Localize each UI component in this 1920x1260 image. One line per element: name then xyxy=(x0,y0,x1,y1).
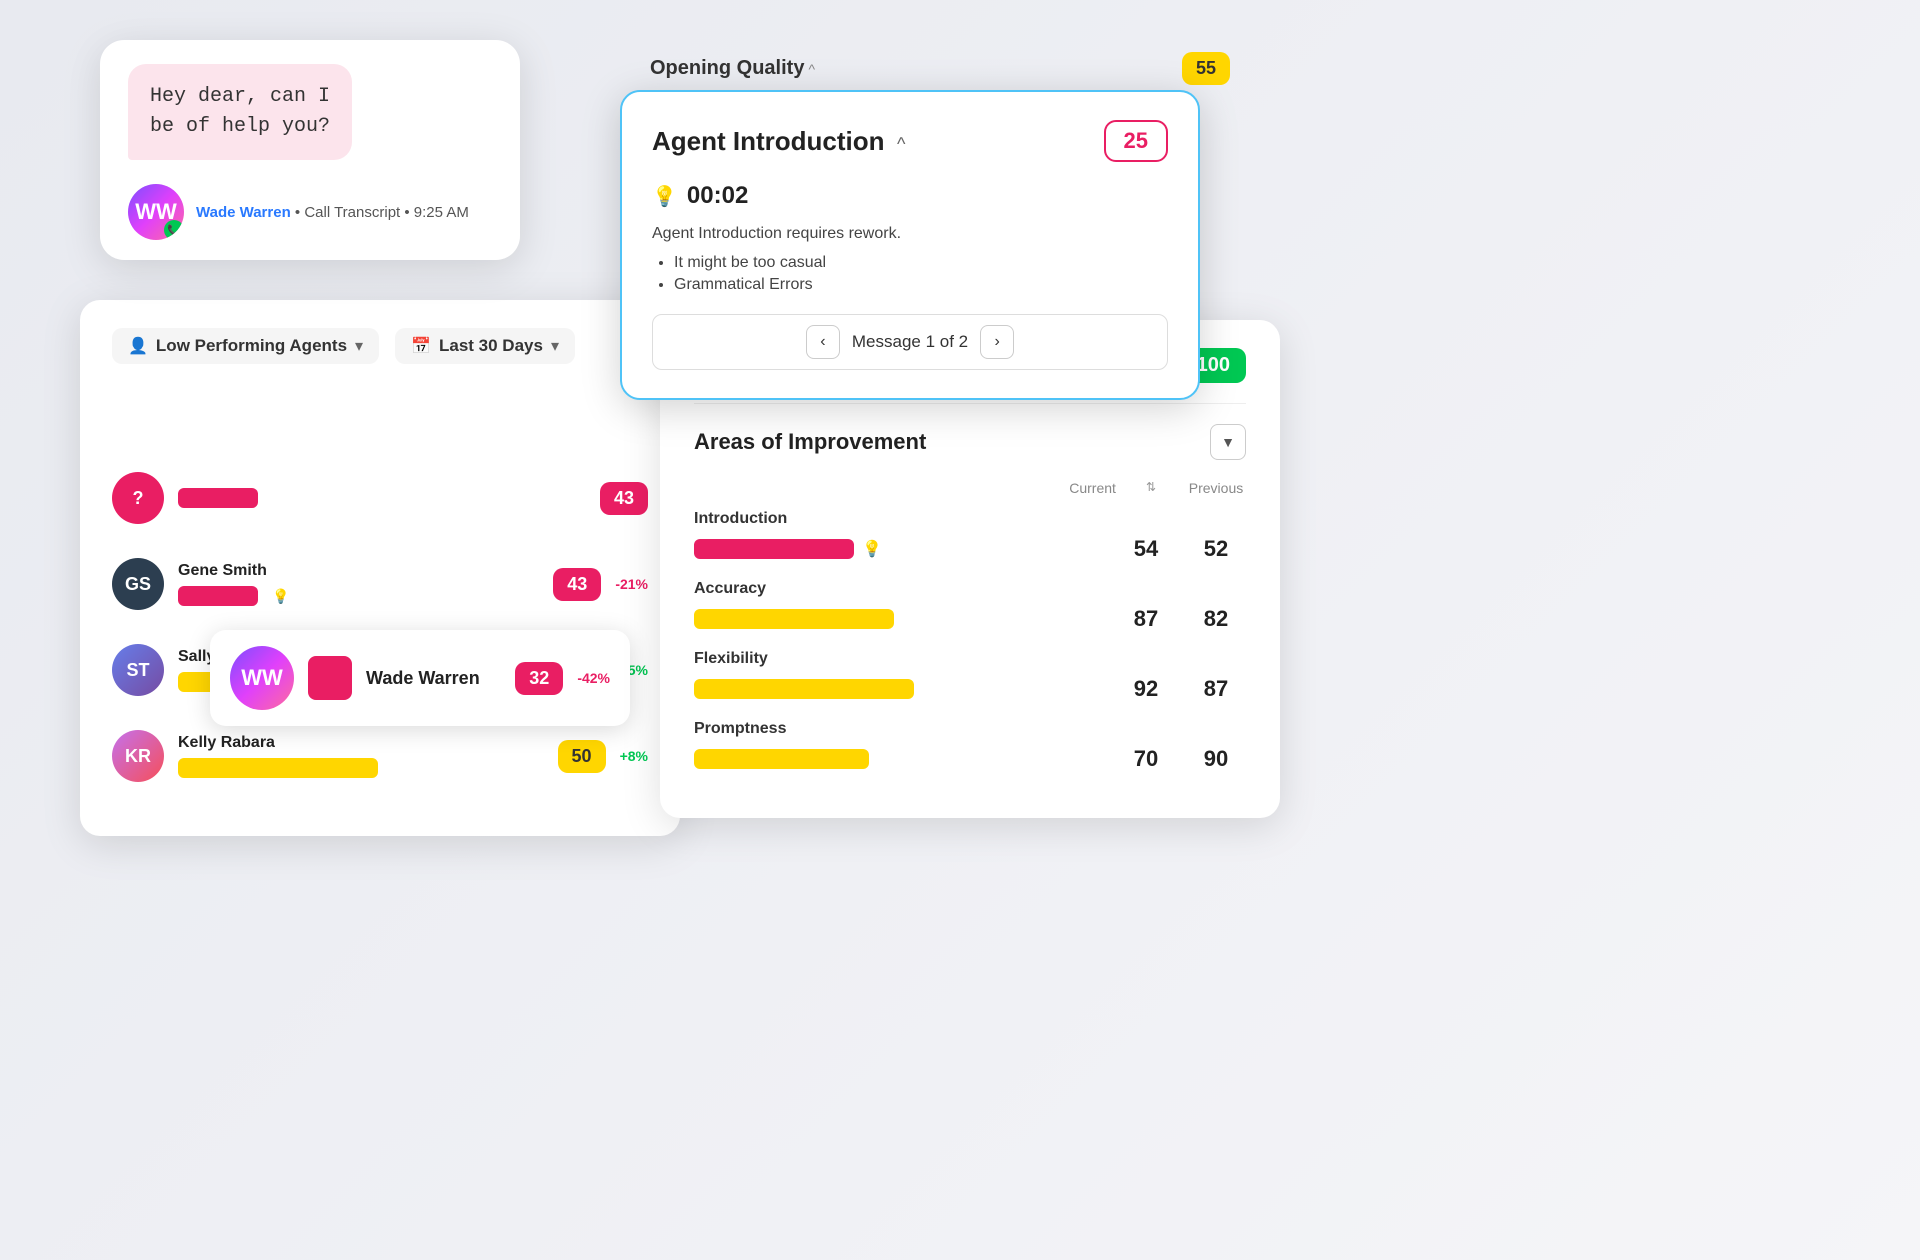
list-item: It might be too casual xyxy=(674,254,1168,272)
kelly-delta: +8% xyxy=(620,748,648,764)
sally-avatar: ST xyxy=(112,644,164,696)
promptness-current-score: 70 xyxy=(1126,746,1166,772)
message-counter: Message 1 of 2 xyxy=(852,332,968,352)
chat-bubble: Hey dear, can I be of help you? xyxy=(128,64,352,160)
intro-score: 25 xyxy=(1104,120,1168,162)
agents-card: 👤 Low Performing Agents ▾ 📅 Last 30 Days… xyxy=(80,300,680,836)
metric-name: Accuracy xyxy=(694,580,1246,598)
bulb-icon: 💡 xyxy=(272,588,289,605)
sort-icon[interactable]: ⇅ xyxy=(1146,480,1156,496)
flexibility-metric-bar xyxy=(694,679,914,699)
aoi-columns: Current ⇅ Previous xyxy=(694,480,1246,496)
intro-previous-score: 52 xyxy=(1196,536,1236,562)
prev-message-button[interactable]: ‹ xyxy=(806,325,840,359)
opening-quality-score: 55 xyxy=(1182,52,1230,85)
kelly-avatar: KR xyxy=(112,730,164,782)
kelly-score: 50 xyxy=(558,740,606,773)
gene-avatar: GS xyxy=(112,558,164,610)
bulb-icon: 💡 xyxy=(652,184,677,209)
agents-header: 👤 Low Performing Agents ▾ 📅 Last 30 Days… xyxy=(112,328,648,364)
kelly-bar xyxy=(178,758,378,778)
aoi-header: Areas of Improvement ▼ xyxy=(694,424,1246,460)
anon-avatar: ? xyxy=(112,472,164,524)
anon-bar xyxy=(178,488,258,508)
metric-name: Promptness xyxy=(694,720,1246,738)
intro-current-score: 54 xyxy=(1126,536,1166,562)
chat-avatar: WW 📞 xyxy=(128,184,184,240)
table-row: ? 43 xyxy=(112,464,648,532)
filter-icon: ▼ xyxy=(1221,434,1235,450)
agent-name-link[interactable]: Wade Warren xyxy=(196,204,291,221)
metric-row-introduction: Introduction 💡 54 52 xyxy=(694,510,1246,562)
date-chevron: ▾ xyxy=(551,336,559,356)
current-col-label: Current xyxy=(1069,480,1116,496)
wade-name: Wade Warren xyxy=(366,668,501,689)
calendar-icon: 📅 xyxy=(411,336,431,356)
metric-name: Flexibility xyxy=(694,650,1246,668)
wade-warren-card: WW Wade Warren 32 -42% xyxy=(210,630,630,726)
list-item: Grammatical Errors xyxy=(674,276,1168,294)
chat-avatar-row: WW 📞 Wade Warren • Call Transcript • 9:2… xyxy=(128,184,492,240)
table-row: KR Kelly Rabara 50 +8% xyxy=(112,722,648,790)
date-filter-dropdown[interactable]: 📅 Last 30 Days ▾ xyxy=(395,328,575,364)
flexibility-previous-score: 87 xyxy=(1196,676,1236,702)
table-row: GS Gene Smith 💡 43 -21% xyxy=(112,550,648,618)
wade-face: WW xyxy=(230,646,294,710)
intro-bullets-list: It might be too casual Grammatical Error… xyxy=(652,254,1168,294)
metric-row-promptness: Promptness 70 90 xyxy=(694,720,1246,772)
gene-score: 43 xyxy=(553,568,601,601)
promptness-previous-score: 90 xyxy=(1196,746,1236,772)
wade-score: 32 xyxy=(515,662,563,695)
date-filter-label: Last 30 Days xyxy=(439,336,543,356)
aoi-title: Areas of Improvement xyxy=(694,429,926,455)
agent-list: ? 43 GS Gene Smith 💡 xyxy=(112,464,648,790)
anon-info xyxy=(178,488,586,508)
chat-meta: Wade Warren • Call Transcript • 9:25 AM xyxy=(196,204,469,221)
intro-chevron: ^ xyxy=(897,134,905,154)
accuracy-previous-score: 82 xyxy=(1196,606,1236,632)
filter-button[interactable]: ▼ xyxy=(1210,424,1246,460)
agent-intro-card: Agent Introduction ^ 25 💡 00:02 Agent In… xyxy=(620,90,1200,400)
phone-badge: 📞 xyxy=(164,220,184,240)
chat-bubble-text: Hey dear, can I be of help you? xyxy=(150,82,330,142)
intro-time-row: 💡 00:02 xyxy=(652,182,1168,210)
opening-quality-chevron: ^ xyxy=(808,61,815,77)
agent-icon: 👤 xyxy=(128,336,148,356)
gene-delta: -21% xyxy=(615,576,648,592)
message-nav: ‹ Message 1 of 2 › xyxy=(652,314,1168,370)
flexibility-current-score: 92 xyxy=(1126,676,1166,702)
wade-bar xyxy=(308,656,352,700)
intro-time: 00:02 xyxy=(687,182,748,210)
gene-info: Gene Smith 💡 xyxy=(178,562,539,606)
intro-bulb-icon: 💡 xyxy=(862,539,882,559)
chat-card: Hey dear, can I be of help you? WW 📞 Wad… xyxy=(100,40,520,260)
gene-name: Gene Smith xyxy=(178,562,539,580)
next-message-button[interactable]: › xyxy=(980,325,1014,359)
kelly-name: Kelly Rabara xyxy=(178,734,544,752)
anon-score: 43 xyxy=(600,482,648,515)
intro-title: Agent Introduction xyxy=(652,126,885,156)
dropdown-chevron: ▾ xyxy=(355,336,363,356)
previous-col-label: Previous xyxy=(1186,480,1246,496)
kelly-info: Kelly Rabara xyxy=(178,734,544,778)
wade-avatar: WW xyxy=(230,646,294,710)
main-scene: Hey dear, can I be of help you? WW 📞 Wad… xyxy=(0,0,1920,1260)
metric-name: Introduction xyxy=(694,510,1246,528)
promptness-metric-bar xyxy=(694,749,869,769)
accuracy-current-score: 87 xyxy=(1126,606,1166,632)
low-performing-dropdown[interactable]: 👤 Low Performing Agents ▾ xyxy=(112,328,379,364)
opening-quality-row: Opening Quality ^ 55 xyxy=(640,52,1240,85)
intro-header: Agent Introduction ^ 25 xyxy=(652,120,1168,162)
intro-metric-bar xyxy=(694,539,854,559)
gene-bar xyxy=(178,586,258,606)
wade-delta: -42% xyxy=(577,670,610,686)
accuracy-metric-bar xyxy=(694,609,894,629)
low-performing-label: Low Performing Agents xyxy=(156,336,347,356)
metric-row-accuracy: Accuracy 87 82 xyxy=(694,580,1246,632)
metric-row-flexibility: Flexibility 92 87 xyxy=(694,650,1246,702)
intro-description: Agent Introduction requires rework. xyxy=(652,222,1168,246)
opening-quality-label: Opening Quality xyxy=(650,57,804,80)
